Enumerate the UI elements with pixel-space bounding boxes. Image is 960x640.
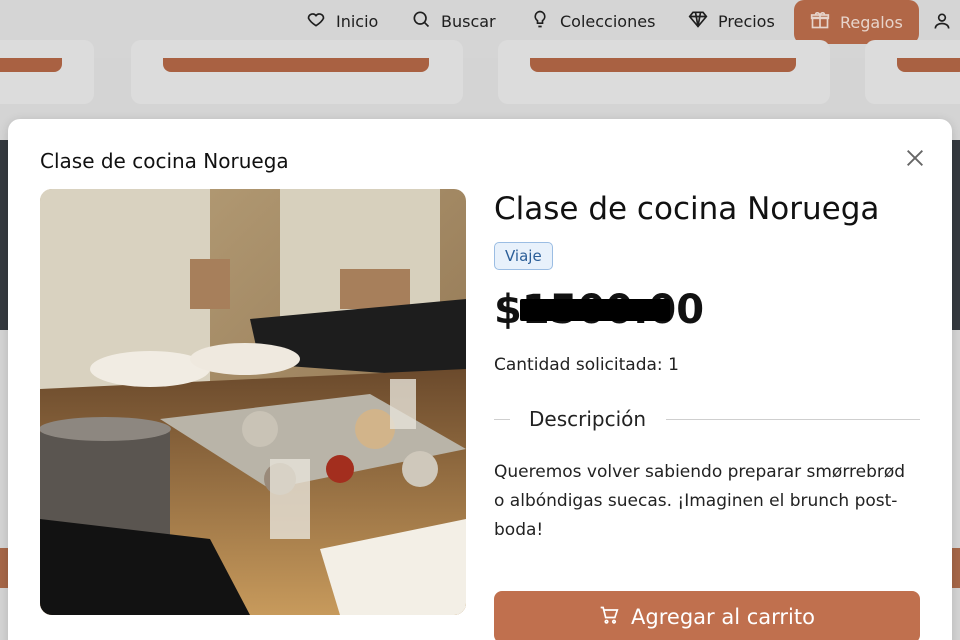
category-tag: Viaje [494, 242, 553, 271]
description-divider: Descripción [494, 407, 920, 431]
divider-line [494, 419, 510, 420]
modal-title: Clase de cocina Noruega [40, 149, 289, 173]
price-value: 1500.00 [519, 287, 704, 333]
add-to-cart-button[interactable]: Agregar al carrito [494, 591, 920, 640]
close-icon [904, 150, 926, 173]
quantity-value: 1 [668, 355, 679, 375]
description-heading: Descripción [529, 407, 647, 431]
product-modal: Clase de cocina Noruega Clase de cocina … [8, 119, 952, 640]
price: $ 1500.00 [494, 287, 704, 333]
add-to-cart-label: Agregar al carrito [631, 605, 815, 629]
divider-line [666, 419, 920, 420]
product-title: Clase de cocina Noruega [494, 191, 880, 227]
cart-icon [599, 605, 619, 630]
product-image [40, 189, 466, 615]
product-details: Clase de cocina Noruega Viaje $ 1500.00 … [494, 189, 920, 640]
quantity-label: Cantidad solicitada: [494, 355, 663, 375]
quantity-requested: Cantidad solicitada: 1 [494, 355, 679, 375]
price-redaction [519, 299, 670, 321]
description-text: Queremos volver sabiendo preparar smørre… [494, 462, 906, 540]
close-button[interactable] [904, 147, 926, 169]
price-symbol: $ [494, 287, 522, 333]
